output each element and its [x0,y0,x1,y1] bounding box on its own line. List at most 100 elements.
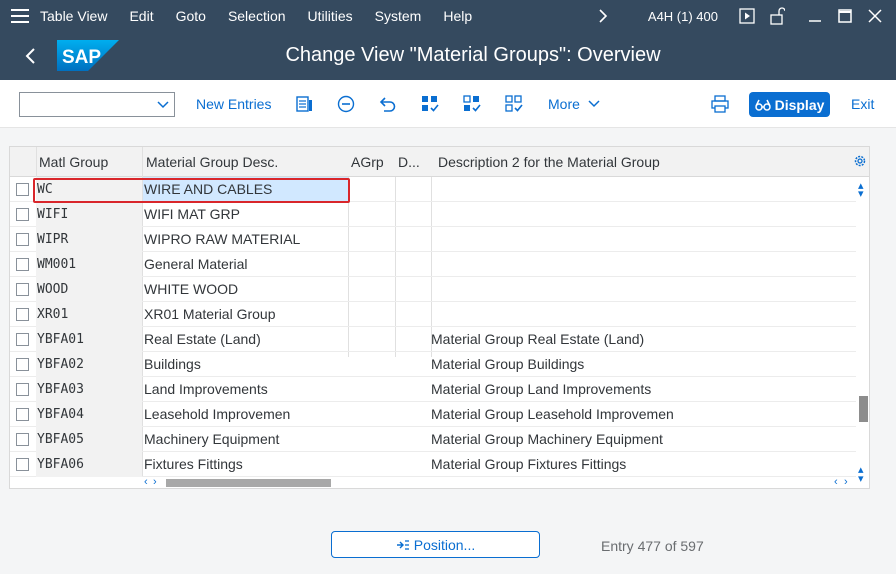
table-row[interactable]: YBFA03 Land Improvements Material Group La… [10,377,856,402]
hamburger-menu-icon[interactable] [0,0,40,32]
row-selector[interactable] [10,402,36,427]
cell-matl-group[interactable]: YBFA01 [36,327,142,352]
new-entries-button[interactable]: New Entries [196,96,271,112]
cell-desc[interactable]: Leasehold Improvemen [143,402,348,427]
close-icon[interactable] [860,0,890,32]
cell-matl-group[interactable]: YBFA03 [36,377,142,402]
table-row[interactable]: WM001 General Material [10,252,856,277]
more-button[interactable]: More [548,96,600,112]
horizontal-scrollbar[interactable]: ‹ › ‹ › [143,477,856,488]
menu-table-view[interactable]: Table View [40,8,107,24]
table-row[interactable]: WOOD WHITE WOOD [10,277,856,302]
row-selector[interactable] [10,327,36,352]
row-selector[interactable] [10,252,36,277]
display-button[interactable]: Display [749,92,830,117]
menu-edit[interactable]: Edit [129,8,153,24]
cell-matl-group[interactable]: XR01 [36,302,142,327]
cell-desc[interactable]: Fixtures Fittings [143,452,348,477]
maximize-icon[interactable] [830,0,860,32]
scroll-left-icon[interactable]: ‹ [144,477,148,488]
row-checkbox[interactable] [16,458,29,471]
row-checkbox[interactable] [16,433,29,446]
scroll-right-end-icon[interactable]: › [844,477,848,488]
deselect-all-icon[interactable] [504,94,524,114]
table-row[interactable]: WIFI WIFI MAT GRP [10,202,856,227]
column-header-d[interactable]: D... [398,147,430,177]
column-header-desc2[interactable]: Description 2 for the Material Group [438,147,838,177]
unlock-icon[interactable] [762,0,792,32]
row-selector[interactable] [10,277,36,302]
scroll-right-icon[interactable]: › [153,477,157,488]
scroll-down-icon[interactable]: ▾ [858,189,864,200]
table-row[interactable]: XR01 XR01 Material Group [10,302,856,327]
row-checkbox[interactable] [16,358,29,371]
column-header-matl-group[interactable]: Matl Group [39,147,141,177]
table-row[interactable]: YBFA01 Real Estate (Land) Material Group R… [10,327,856,352]
cell-matl-group[interactable]: WIPR [36,227,142,252]
cell-desc[interactable]: Buildings [143,352,348,377]
position-button[interactable]: Position... [331,531,540,558]
select-block-icon[interactable] [462,94,482,114]
menu-goto[interactable]: Goto [176,8,206,24]
cell-desc[interactable]: General Material [143,252,348,277]
cell-desc2[interactable]: Material Group Real Estate (Land) [431,327,851,352]
cell-desc[interactable]: WIFI MAT GRP [143,202,348,227]
cell-desc[interactable]: Land Improvements [143,377,348,402]
cell-desc2[interactable]: Material Group Machinery Equipment [431,427,851,452]
cell-matl-group[interactable]: WM001 [36,252,142,277]
play-icon[interactable] [732,0,762,32]
cell-matl-group[interactable]: WOOD [36,277,142,302]
cell-matl-group[interactable]: WIFI [36,202,142,227]
minimize-icon[interactable] [800,0,830,32]
table-settings-gear-icon[interactable] [853,154,867,168]
vertical-scrollbar[interactable]: ▴ ▾ ▴ ▾ [856,177,869,487]
cell-desc[interactable]: XR01 Material Group [143,302,348,327]
column-header-agrp[interactable]: AGrp [351,147,395,177]
row-selector[interactable] [10,427,36,452]
chevron-right-icon[interactable] [588,0,618,32]
select-all-icon[interactable] [420,94,440,114]
row-checkbox[interactable] [16,408,29,421]
cell-desc[interactable]: Real Estate (Land) [143,327,348,352]
menu-system[interactable]: System [375,8,422,24]
table-row[interactable]: YBFA02 Buildings Material Group Buildings [10,352,856,377]
row-selector[interactable] [10,227,36,252]
chevron-down-icon[interactable] [156,97,170,111]
table-row[interactable]: WIPR WIPRO RAW MATERIAL [10,227,856,252]
row-selector[interactable] [10,177,36,202]
details-icon[interactable] [294,94,314,114]
table-row[interactable]: WC WIRE AND CABLES [10,177,856,202]
cell-matl-group[interactable]: YBFA02 [36,352,142,377]
table-row[interactable]: YBFA06 Fixtures Fittings Material Group Fi… [10,452,856,477]
cell-desc2[interactable]: Material Group Buildings [431,352,851,377]
cell-desc[interactable]: WIPRO RAW MATERIAL [143,227,348,252]
row-checkbox[interactable] [16,208,29,221]
scroll-left-end-icon[interactable]: ‹ [834,477,838,488]
cell-matl-group[interactable]: WC [36,177,142,202]
table-row[interactable]: YBFA05 Machinery Equipment Material Group … [10,427,856,452]
row-selector[interactable] [10,377,36,402]
row-selector[interactable] [10,352,36,377]
row-checkbox[interactable] [16,258,29,271]
column-header-desc[interactable]: Material Group Desc. [146,147,346,177]
scroll-down-bottom-icon[interactable]: ▾ [858,474,864,485]
menu-selection[interactable]: Selection [228,8,286,24]
menu-utilities[interactable]: Utilities [308,8,353,24]
row-checkbox[interactable] [16,333,29,346]
menu-help[interactable]: Help [443,8,472,24]
cell-desc2[interactable]: Material Group Land Improvements [431,377,851,402]
undo-icon[interactable] [378,94,398,114]
cell-desc2[interactable] [431,302,851,327]
cell-desc2[interactable] [431,202,851,227]
row-checkbox[interactable] [16,383,29,396]
cell-matl-group[interactable]: YBFA06 [36,452,142,477]
cell-desc[interactable]: WHITE WOOD [143,277,348,302]
cell-matl-group[interactable]: YBFA05 [36,427,142,452]
row-checkbox[interactable] [16,233,29,246]
delete-minus-icon[interactable] [336,94,356,114]
print-icon[interactable] [710,94,730,114]
vertical-scroll-thumb[interactable] [859,396,868,422]
command-field[interactable] [19,92,175,117]
cell-desc2[interactable]: Material Group Fixtures Fittings [431,452,851,477]
row-selector[interactable] [10,452,36,477]
